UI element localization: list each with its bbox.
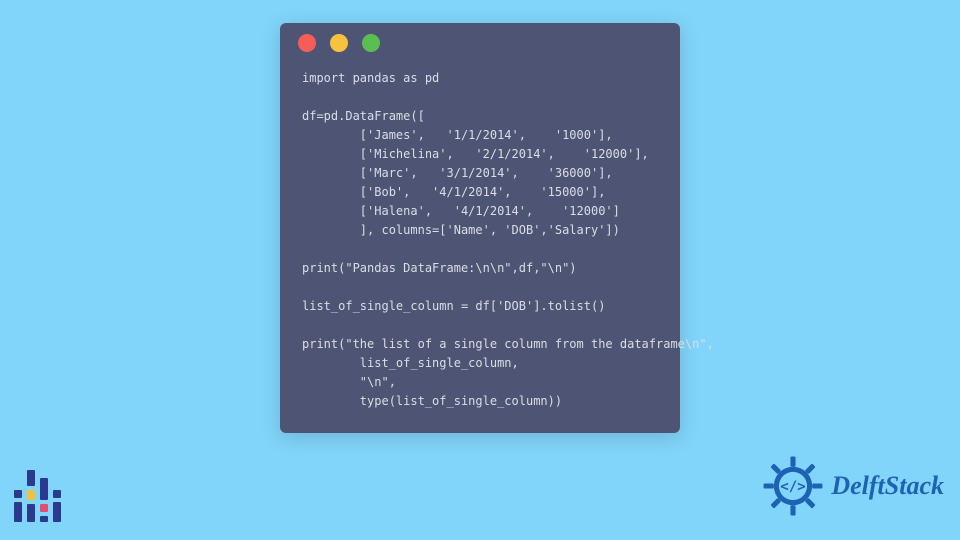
svg-text:</>: </> [781,479,806,495]
close-icon [298,34,316,52]
brand-name: DelftStack [831,471,944,501]
brand-badge: </> DelftStack [761,454,944,518]
code-window: import pandas as pd df=pd.DataFrame([ ['… [280,23,680,433]
window-titlebar [280,23,680,63]
maximize-icon [362,34,380,52]
gear-icon: </> [761,454,825,518]
minimize-icon [330,34,348,52]
left-logo-icon [14,470,58,522]
code-body: import pandas as pd df=pd.DataFrame([ ['… [280,63,680,433]
